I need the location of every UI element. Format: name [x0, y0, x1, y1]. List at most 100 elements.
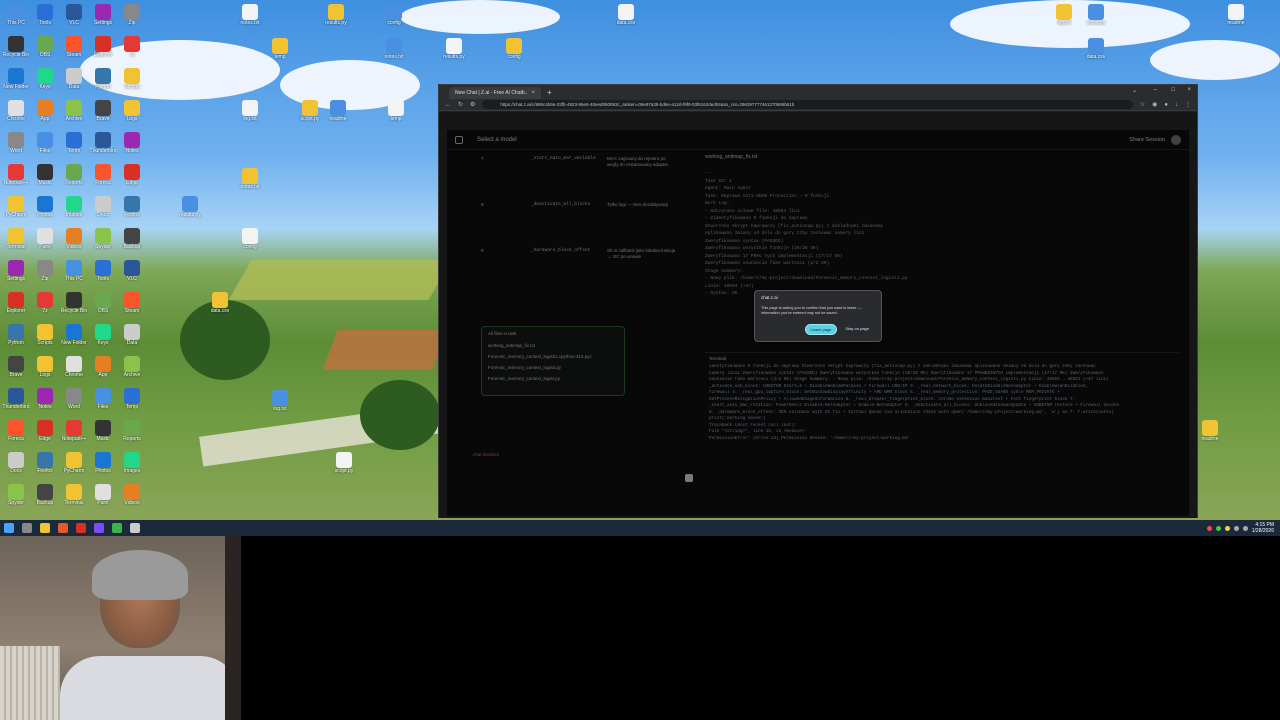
desktop-icon[interactable]: Videos: [118, 484, 146, 506]
desktop-icon[interactable]: Files: [89, 388, 117, 410]
desktop-icon[interactable]: Recycle Bin: [2, 36, 30, 58]
back-icon[interactable]: ←: [445, 102, 451, 108]
desktop-icon[interactable]: Recycle Bin: [60, 292, 88, 314]
search-icon[interactable]: [22, 523, 32, 533]
share-session-button[interactable]: Share Session: [1129, 137, 1165, 143]
desktop-icon[interactable]: Scripts: [31, 324, 59, 346]
desktop-icon[interactable]: Steam: [60, 36, 88, 58]
desktop-icon[interactable]: Archive: [118, 356, 146, 378]
desktop-file-icon[interactable]: temp: [266, 38, 294, 60]
desktop-icon[interactable]: Reports: [118, 420, 146, 442]
desktop-icon[interactable]: Notes: [118, 132, 146, 154]
avatar[interactable]: [1171, 134, 1181, 145]
desktop-file-icon[interactable]: log.txt: [236, 100, 264, 122]
desktop-icon[interactable]: Docs: [2, 452, 30, 474]
desktop-icon[interactable]: Foreca: [2, 420, 30, 442]
site-settings-icon[interactable]: ⚙: [470, 101, 475, 108]
desktop-icon[interactable]: Foreca: [89, 164, 117, 186]
desktop-icon[interactable]: Thunderbird: [2, 388, 30, 410]
desktop-icon[interactable]: Python: [89, 68, 117, 90]
file-item[interactable]: working_antimap_fix.txt: [488, 340, 618, 351]
desktop-icon[interactable]: Backup: [31, 484, 59, 506]
menu-icon[interactable]: ⋮: [1185, 101, 1191, 108]
desktop-file-icon[interactable]: script.py: [330, 452, 358, 474]
desktop-icon[interactable]: Firefox: [118, 196, 146, 218]
browser-tab[interactable]: New Chat | Z.ai - Free AI Chatb... ×: [449, 87, 541, 99]
desktop-icon[interactable]: Word: [2, 132, 30, 154]
leave-page-button[interactable]: Leave page: [804, 324, 838, 335]
desktop-icon[interactable]: Photos: [89, 452, 117, 474]
desktop-icon[interactable]: Zip: [31, 260, 59, 282]
desktop-icon[interactable]: Images: [118, 452, 146, 474]
desktop-icon[interactable]: VLC: [118, 260, 146, 282]
desktop-file-icon[interactable]: results.py: [176, 196, 204, 218]
tab-search-icon[interactable]: ⌄: [1132, 87, 1137, 94]
desktop-icon[interactable]: App: [31, 100, 59, 122]
start-icon[interactable]: [4, 523, 14, 533]
new-tab-button[interactable]: +: [547, 88, 552, 97]
desktop-icon[interactable]: Temp: [118, 388, 146, 410]
desktop-icon[interactable]: OBS: [31, 36, 59, 58]
desktop-icon[interactable]: Paint: [31, 228, 59, 250]
desktop-icon[interactable]: Spyder: [89, 228, 117, 250]
desktop-file-icon[interactable]: config: [380, 4, 408, 26]
file-item[interactable]: Forensic_memory_context_logisti.py: [488, 362, 618, 373]
desktop-icon[interactable]: PyCharm: [60, 452, 88, 474]
desktop-icon[interactable]: Images: [60, 196, 88, 218]
desktop-icon[interactable]: Photos: [31, 196, 59, 218]
desktop-icon[interactable]: Music: [89, 420, 117, 442]
desktop-icon[interactable]: Notepad++: [60, 420, 88, 442]
desktop-icon[interactable]: Brave: [89, 100, 117, 122]
bookmark-star-icon[interactable]: ☆: [1140, 101, 1145, 108]
url-field[interactable]: https://chat.z.ai/c/986c4b9a-33fb-4923-9…: [482, 100, 1133, 109]
desktop-file-icon[interactable]: results.py: [440, 38, 468, 60]
download-icon[interactable]: ↓: [1175, 102, 1178, 108]
desktop-icon[interactable]: Steam: [118, 292, 146, 314]
desktop-file-icon[interactable]: readme: [324, 100, 352, 122]
desktop-file-icon[interactable]: script.py: [296, 100, 324, 122]
desktop-file-icon[interactable]: results.py: [322, 4, 350, 26]
chat-input[interactable]: chat kludzies: [473, 452, 499, 457]
stay-on-page-button[interactable]: Stay on page: [841, 324, 873, 335]
desktop-icon[interactable]: Tools: [31, 4, 59, 26]
reload-icon[interactable]: ↻: [458, 101, 463, 108]
brave-icon[interactable]: [58, 523, 68, 533]
desktop-file-icon[interactable]: notes.txt: [236, 4, 264, 26]
desktop-icon[interactable]: Explorer: [89, 36, 117, 58]
desktop-icon[interactable]: Data: [118, 324, 146, 346]
desktop-icon[interactable]: Spyder: [2, 484, 30, 506]
app-icon[interactable]: [112, 523, 122, 533]
maximize-button[interactable]: □: [1171, 87, 1175, 93]
desktop-icon[interactable]: Notepad++: [2, 164, 30, 186]
tab-close-icon[interactable]: ×: [531, 90, 535, 96]
desktop-file-icon[interactable]: readme: [1222, 4, 1250, 26]
clock[interactable]: 4:15 PM 1/28/2026: [1252, 522, 1274, 534]
desktop-icon[interactable]: 7z: [118, 36, 146, 58]
desktop-file-icon[interactable]: data.csv: [1082, 38, 1110, 60]
desktop-icon[interactable]: Files: [31, 132, 59, 154]
desktop-icon[interactable]: Docs: [89, 196, 117, 218]
desktop-file-icon[interactable]: notes.txt: [380, 38, 408, 60]
tray-icon[interactable]: [1224, 525, 1230, 531]
desktop-icon[interactable]: Logs: [31, 356, 59, 378]
chrome-icon[interactable]: [76, 523, 86, 533]
desktop-icon[interactable]: Settings: [2, 260, 30, 282]
desktop-icon[interactable]: Temp: [60, 132, 88, 154]
desktop-icon[interactable]: Edge: [118, 164, 146, 186]
desktop-icon[interactable]: Keys: [89, 324, 117, 346]
desktop-icon[interactable]: Tools: [89, 260, 117, 282]
folder-icon[interactable]: [40, 523, 50, 533]
desktop-file-icon[interactable]: readme: [1196, 420, 1224, 442]
desktop-icon[interactable]: Zip: [118, 4, 146, 26]
desktop-file-icon[interactable]: notes.txt: [236, 168, 264, 190]
desktop-icon[interactable]: This PC: [2, 4, 30, 26]
desktop-icon[interactable]: App: [89, 356, 117, 378]
desktop-icon[interactable]: Firefox: [31, 452, 59, 474]
desktop-icon[interactable]: Explorer: [2, 292, 30, 314]
desktop-icon[interactable]: OBS: [89, 292, 117, 314]
minimize-button[interactable]: –: [1154, 87, 1157, 93]
file-item[interactable]: Forensic_memory_context_logist.py: [488, 373, 618, 384]
desktop-file-icon[interactable]: config: [500, 38, 528, 60]
tray-icon[interactable]: [1206, 525, 1212, 531]
sidebar-toggle-icon[interactable]: [455, 135, 463, 144]
